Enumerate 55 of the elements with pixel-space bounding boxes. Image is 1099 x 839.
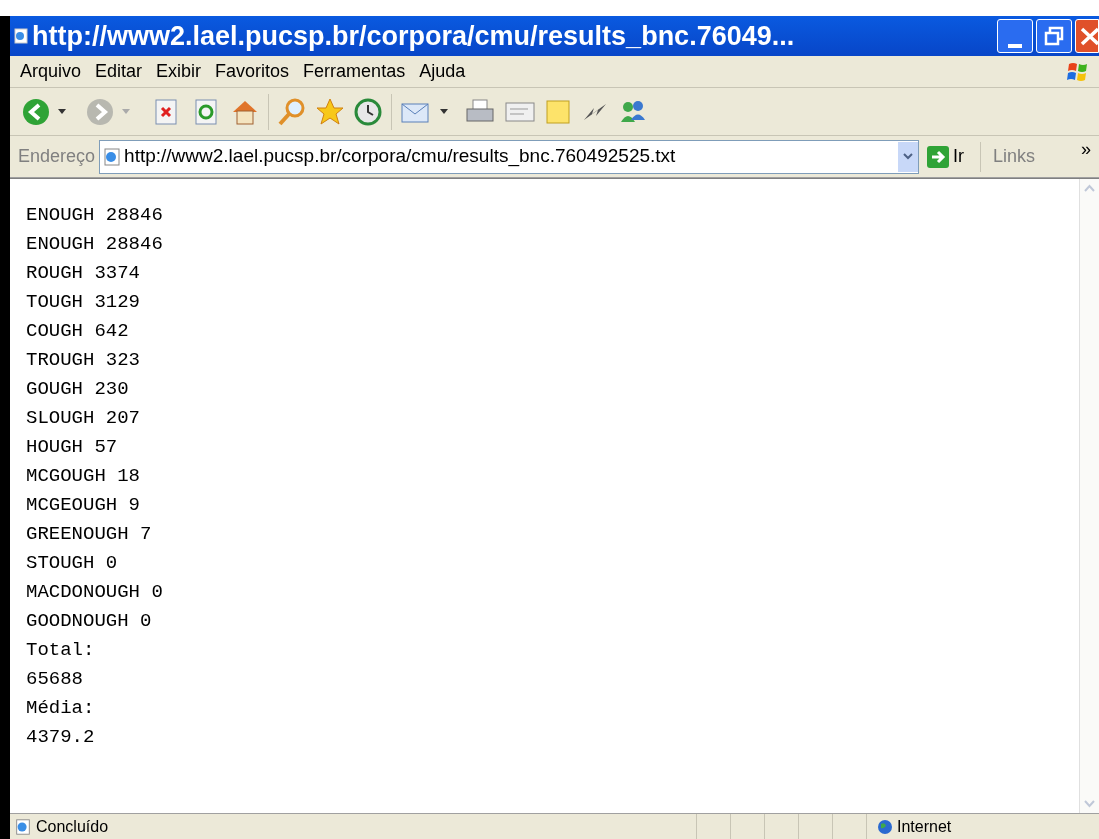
text-line: SLOUGH 207	[26, 406, 141, 431]
close-icon	[1080, 26, 1098, 46]
menu-item[interactable]: Favoritos	[215, 58, 290, 85]
forward-icon[interactable]	[86, 97, 114, 126]
address-label: Endereço	[18, 145, 96, 168]
text-line: ENOUGH 28846	[26, 203, 163, 228]
history-icon[interactable]	[353, 96, 383, 127]
text-line: MCGOUGH 18	[26, 464, 141, 489]
stop-icon[interactable]	[154, 98, 178, 125]
text-line: Total:	[26, 638, 95, 663]
back-icon[interactable]	[22, 97, 50, 126]
text-line: GOODNOUGH 0	[26, 609, 152, 634]
text-line: GREENOUGH 7	[26, 522, 152, 547]
arrow-right-icon	[927, 145, 950, 168]
globe-icon	[877, 818, 893, 835]
restore-icon	[1044, 26, 1064, 46]
address-field[interactable]: http://www2.lael.pucsp.br/corpora/cmu/results_bnc.760492525.txt	[99, 139, 920, 174]
text-line: TROUGH 323	[26, 348, 141, 373]
go-button[interactable]: Ir	[927, 143, 965, 170]
dropdown-button[interactable]	[898, 141, 919, 172]
close-button[interactable]	[1075, 19, 1099, 53]
minimize-button[interactable]	[997, 19, 1033, 53]
minimize-icon	[1008, 44, 1022, 48]
text-line: 4379.2	[26, 725, 95, 750]
zone-text: Internet	[897, 816, 952, 837]
text-line: ENOUGH 28846	[26, 232, 163, 257]
chevron-down-icon	[903, 153, 914, 160]
text-line: MACDONOUGH 0	[26, 580, 163, 605]
window-title: http://www2.lael.pucsp.br/corpora/cmu/results_bnc.76049...	[32, 19, 795, 53]
text-line: Média:	[26, 696, 95, 721]
text-line: MCGEOUGH 9	[26, 493, 141, 518]
page-icon	[14, 28, 28, 44]
refresh-icon[interactable]	[194, 98, 218, 125]
page-icon	[14, 817, 32, 836]
text-line: 65688	[26, 667, 83, 692]
menu-item[interactable]: Ajuda	[419, 58, 466, 85]
menu-item[interactable]: Arquivo	[20, 58, 82, 85]
status-text: Concluído	[36, 816, 110, 837]
text-line: ROUGH 3374	[26, 261, 141, 286]
chevron-text[interactable]: »	[1081, 136, 1091, 163]
menu-item[interactable]: Ferramentas	[303, 58, 406, 85]
text-line: STOUGH 0	[26, 551, 118, 576]
menu-item[interactable]: Editar	[95, 58, 143, 85]
text-line: COUGH 642	[26, 319, 129, 344]
text-line: GOUGH 230	[26, 377, 129, 402]
dropdown-icon[interactable]	[440, 108, 448, 115]
star-icon[interactable]	[315, 96, 345, 127]
page-icon	[102, 146, 123, 167]
menu-item[interactable]: Exibir	[156, 58, 202, 85]
text-line: TOUGH 3129	[26, 290, 141, 315]
dropdown-icon[interactable]	[58, 108, 66, 115]
search-icon[interactable]	[277, 96, 307, 127]
windows-logo-icon	[1067, 60, 1089, 83]
text-line: HOUGH 57	[26, 435, 118, 460]
restore-button[interactable]	[1036, 19, 1072, 53]
